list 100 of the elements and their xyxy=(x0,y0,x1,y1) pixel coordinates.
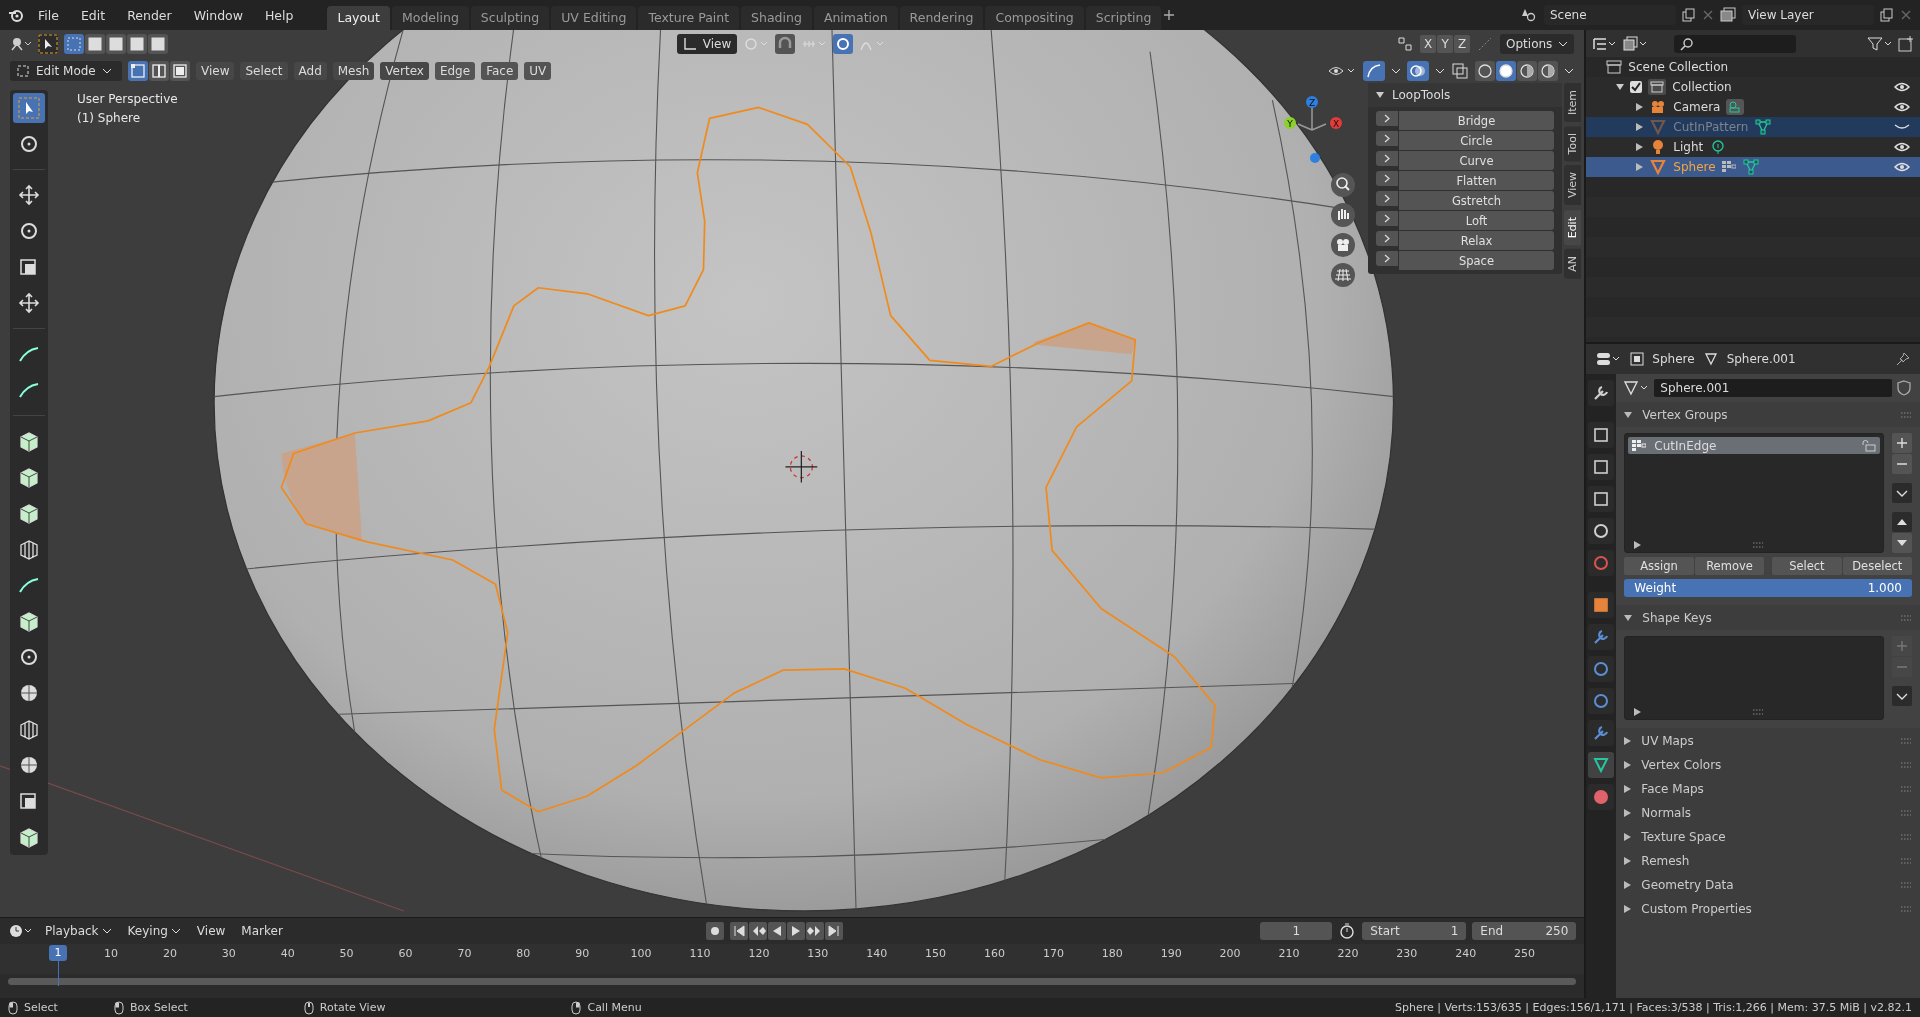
select-button[interactable]: Select xyxy=(1772,557,1842,575)
panel-header[interactable]: LoopTools xyxy=(1368,83,1562,107)
chevron-icon[interactable] xyxy=(1376,171,1398,186)
selection-mode-icon[interactable] xyxy=(85,33,105,54)
zoom-icon[interactable] xyxy=(1330,172,1356,198)
workspace-tab[interactable]: Scripting xyxy=(1085,6,1162,30)
drag-handle-icon[interactable] xyxy=(1900,785,1912,792)
outliner-item[interactable]: Light xyxy=(1673,140,1704,154)
expand-triangle-icon[interactable] xyxy=(1376,91,1384,99)
remove-button[interactable]: Remove xyxy=(1694,557,1765,575)
drag-handle-icon[interactable] xyxy=(1900,833,1912,840)
expand-triangle-icon[interactable] xyxy=(1624,784,1632,793)
eye-icon[interactable] xyxy=(1894,101,1910,113)
current-frame-field[interactable]: 1 xyxy=(1260,922,1333,940)
menu-item[interactable]: Window xyxy=(185,7,251,23)
mesh-name-field[interactable]: Sphere.001 xyxy=(1654,379,1892,397)
overlays-icon[interactable] xyxy=(1407,60,1430,81)
selection-mode-icon[interactable] xyxy=(106,33,126,54)
triangle-mesh-icon[interactable] xyxy=(1741,159,1760,175)
drag-handle-icon[interactable] xyxy=(1900,857,1912,864)
sidebar-tab[interactable]: AN xyxy=(1564,248,1581,279)
drag-handle-icon[interactable] xyxy=(1900,737,1912,744)
expand-triangle-icon[interactable] xyxy=(1634,541,1642,549)
shield-icon[interactable] xyxy=(1894,378,1914,398)
expand-triangle-icon[interactable] xyxy=(1624,410,1633,419)
caret-icon[interactable] xyxy=(1892,483,1912,503)
jump-end-icon[interactable] xyxy=(824,922,843,940)
expand-triangle-icon[interactable] xyxy=(1624,880,1632,889)
outliner-item[interactable]: Camera xyxy=(1673,100,1721,114)
menu-item[interactable]: View xyxy=(196,61,235,80)
record-icon[interactable] xyxy=(705,922,724,940)
move-down-icon[interactable] xyxy=(1892,533,1912,553)
chevron-icon[interactable] xyxy=(1376,191,1398,206)
copy-icon[interactable] xyxy=(1682,8,1696,22)
menu-item[interactable]: Add xyxy=(293,61,327,80)
jump-start-icon[interactable] xyxy=(729,922,748,940)
workspace-tab[interactable]: Compositing xyxy=(985,6,1084,30)
caret-icon[interactable] xyxy=(1892,686,1912,706)
current-frame-marker[interactable]: 1 xyxy=(49,945,67,961)
select-mode-icon[interactable] xyxy=(128,60,148,81)
sidebar-tab[interactable]: Item xyxy=(1564,83,1581,123)
xray-icon[interactable] xyxy=(1451,61,1470,80)
expand-triangle-icon[interactable] xyxy=(1624,760,1632,769)
workspace-tab[interactable]: Modeling xyxy=(391,6,469,30)
minus-icon[interactable] xyxy=(1892,454,1912,474)
expand-triangle-icon[interactable] xyxy=(1616,83,1625,91)
shading-mode-icon[interactable] xyxy=(1517,60,1538,81)
loop-tool-button[interactable]: Space xyxy=(1399,251,1554,270)
drag-handle-icon[interactable] xyxy=(1751,709,1764,715)
workspace-tab[interactable]: UV Editing xyxy=(551,6,637,30)
list-row[interactable]: CutInEdge xyxy=(1628,437,1880,454)
3d-cursor-icon[interactable] xyxy=(784,450,818,484)
workspace-tab[interactable]: Animation xyxy=(813,6,898,30)
workspace-tab[interactable]: Sculpting xyxy=(470,6,550,30)
eye-icon[interactable] xyxy=(1894,141,1910,153)
start-frame-field[interactable]: Start 1 xyxy=(1362,922,1467,940)
workspace-tab[interactable]: Shading xyxy=(741,6,812,30)
add-icon[interactable] xyxy=(1892,433,1912,453)
eye-icon[interactable] xyxy=(1894,81,1910,93)
clock-icon[interactable] xyxy=(8,923,34,939)
search-field[interactable] xyxy=(1674,34,1797,53)
expand-triangle-icon[interactable] xyxy=(1624,856,1632,865)
copy-icon[interactable] xyxy=(1880,8,1894,22)
caret-icon[interactable] xyxy=(1391,66,1402,75)
mirror-icon[interactable] xyxy=(1396,34,1415,53)
chevron-icon[interactable] xyxy=(1376,131,1398,146)
menu-item[interactable]: Keying xyxy=(122,924,186,938)
loop-tool-button[interactable]: Relax xyxy=(1399,231,1554,250)
selection-mode-icon[interactable] xyxy=(127,33,147,54)
loop-tool-button[interactable]: Gstretch xyxy=(1399,191,1554,210)
prev-keyframe-icon[interactable] xyxy=(748,922,767,940)
chevron-icon[interactable] xyxy=(1376,231,1398,246)
drag-handle-icon[interactable] xyxy=(1900,614,1912,621)
camera-icon[interactable] xyxy=(1330,232,1356,258)
loop-tool-button[interactable]: Flatten xyxy=(1399,171,1554,190)
shading-mode-icon[interactable] xyxy=(1475,60,1496,81)
pointer-icon[interactable] xyxy=(38,33,58,54)
drag-handle-icon[interactable] xyxy=(1900,809,1912,816)
end-frame-field[interactable]: End 250 xyxy=(1472,922,1577,940)
menu-item[interactable]: Marker xyxy=(236,924,288,938)
drag-handle-icon[interactable] xyxy=(1900,881,1912,888)
move-up-icon[interactable] xyxy=(1892,512,1912,532)
chevron-icon[interactable] xyxy=(1376,151,1398,166)
mirror-axis-toggle[interactable]: X xyxy=(1420,34,1437,53)
workspace-tab[interactable]: Layout xyxy=(327,6,390,30)
menu-item[interactable]: File xyxy=(30,7,67,23)
play-reverse-icon[interactable] xyxy=(767,922,786,940)
assign-button[interactable]: Assign xyxy=(1624,557,1694,575)
add-icon[interactable] xyxy=(1163,9,1176,21)
options-dropdown[interactable]: Options xyxy=(1500,33,1575,54)
wrench-icon[interactable] xyxy=(1588,624,1615,650)
mirror-axis-toggle[interactable]: Z xyxy=(1454,34,1471,53)
view-layer-field[interactable]: View Layer xyxy=(1742,5,1874,25)
stopwatch-icon[interactable] xyxy=(1338,922,1357,940)
expand-triangle-icon[interactable] xyxy=(1636,143,1644,151)
outliner-item[interactable]: Scene Collection xyxy=(1628,60,1729,74)
magnet-icon[interactable] xyxy=(775,33,796,54)
loop-tool-button[interactable]: Loft xyxy=(1399,211,1554,230)
camera-data-icon[interactable] xyxy=(1726,99,1745,115)
next-keyframe-icon[interactable] xyxy=(805,922,824,940)
